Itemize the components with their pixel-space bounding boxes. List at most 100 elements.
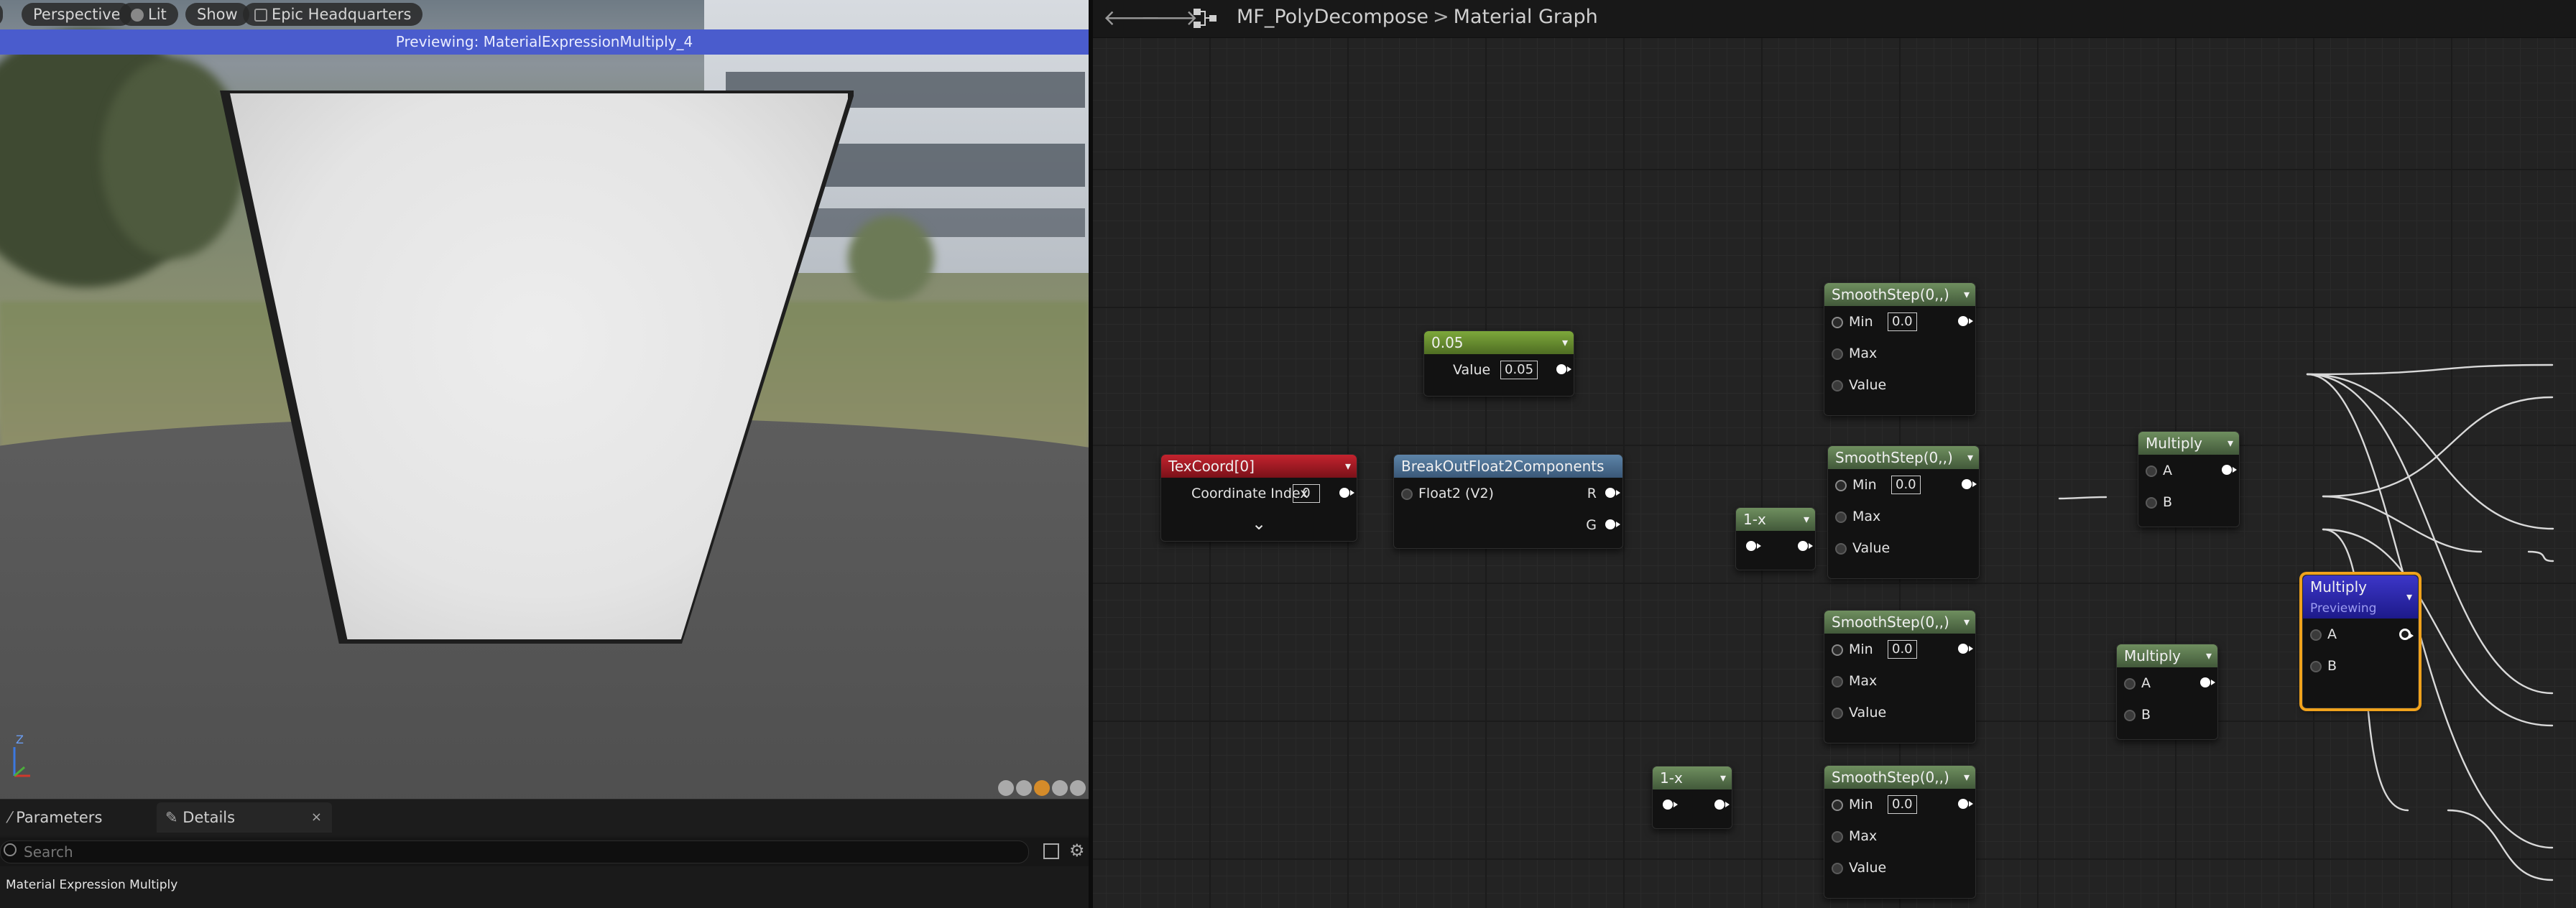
breadcrumb: MF_PolyDecompose > Material Graph (1237, 6, 1598, 28)
node-header[interactable]: SmoothStep(0,,) ▾ (1824, 283, 1975, 306)
min-value-field[interactable]: 0.0 (1888, 640, 1917, 659)
node-header[interactable]: Multiply ▾ (2117, 644, 2217, 667)
input-pin[interactable] (1832, 676, 1843, 687)
input-pin[interactable] (2146, 465, 2157, 477)
multiply-node[interactable]: Multiply ▾ A B (2116, 644, 2218, 740)
mesh-shape-icon[interactable] (1070, 780, 1086, 796)
chevron-down-icon[interactable]: ▾ (1964, 766, 1970, 789)
output-pin[interactable] (2200, 677, 2215, 687)
input-pin[interactable] (1832, 380, 1843, 392)
output-pin-g[interactable] (1605, 519, 1620, 529)
breakout-node[interactable]: BreakOutFloat2Components Float2 (V2) R G (1393, 454, 1623, 549)
output-pin[interactable] (1339, 488, 1354, 498)
plane-shape-icon[interactable] (1034, 780, 1050, 796)
output-pin[interactable] (1556, 364, 1571, 374)
gear-icon[interactable]: ⚙ (1069, 840, 1085, 861)
search-input[interactable] (22, 843, 959, 861)
chevron-down-icon[interactable]: ▾ (1345, 455, 1351, 478)
min-value-field[interactable]: 0.0 (1891, 476, 1921, 494)
input-pin[interactable] (1835, 480, 1847, 491)
node-header[interactable]: SmoothStep(0,,) ▾ (1828, 446, 1979, 469)
multiply-node[interactable]: Multiply ▾ A B (2138, 431, 2240, 527)
chevron-down-icon[interactable]: ▾ (2206, 644, 2212, 667)
output-pin[interactable] (1958, 644, 1973, 654)
output-pin[interactable] (1798, 541, 1813, 551)
input-pin[interactable] (2310, 629, 2322, 641)
multiply-node-previewing[interactable]: Multiply Previewing ▾ A B (2302, 575, 2419, 708)
smoothstep-node[interactable]: SmoothStep(0,,) ▾ Min 0.0 Max Value (1824, 610, 1976, 743)
input-pin[interactable] (2124, 678, 2136, 690)
node-header[interactable]: 1-x ▾ (1653, 766, 1732, 789)
input-pin[interactable] (1401, 488, 1413, 500)
input-pin[interactable] (1663, 800, 1678, 810)
forward-arrow-icon[interactable]: 🡒 (1140, 6, 1198, 32)
node-header[interactable]: 1-x ▾ (1736, 508, 1815, 531)
one-minus-node[interactable]: 1-x ▾ (1652, 766, 1732, 829)
expand-chevron-icon[interactable]: ⌄ (1252, 514, 1266, 534)
constant-node[interactable]: 0.05 ▾ Value 0.05 (1423, 330, 1574, 397)
output-pin[interactable] (2399, 629, 2414, 640)
input-pin[interactable] (1832, 863, 1843, 874)
node-header[interactable]: SmoothStep(0,,) ▾ (1824, 611, 1975, 634)
cube-shape-icon[interactable] (1052, 780, 1068, 796)
lit-button[interactable]: Lit (119, 3, 178, 26)
output-pin[interactable] (1962, 479, 1977, 489)
texcoord-node[interactable]: TexCoord[0] ▾ Coordinate Index 0 ⌄ (1160, 454, 1357, 542)
input-pin[interactable] (1835, 543, 1847, 555)
node-header[interactable]: BreakOutFloat2Components (1394, 455, 1622, 478)
chevron-down-icon[interactable]: ▾ (1720, 766, 1726, 789)
chevron-down-icon[interactable]: ▾ (1964, 611, 1970, 634)
input-pin[interactable] (1832, 831, 1843, 843)
one-minus-node[interactable]: 1-x ▾ (1735, 507, 1816, 570)
output-pin-r[interactable] (1605, 488, 1620, 498)
coordinate-index-field[interactable]: 0 (1293, 484, 1320, 503)
input-pin[interactable] (1835, 511, 1847, 523)
perspective-button[interactable]: Perspective (22, 3, 132, 26)
location-button[interactable]: Epic Headquarters (243, 3, 423, 26)
input-pin[interactable] (1832, 317, 1843, 328)
close-icon[interactable]: × (311, 802, 322, 833)
input-pin[interactable] (1746, 541, 1761, 551)
input-pin[interactable] (2310, 661, 2322, 672)
node-header[interactable]: SmoothStep(0,,) ▾ (1824, 766, 1975, 789)
input-pin[interactable] (1832, 800, 1843, 811)
chevron-down-icon[interactable]: ▾ (1562, 331, 1568, 354)
min-value-field[interactable]: 0.0 (1888, 795, 1917, 814)
chevron-down-icon[interactable]: ▾ (1964, 283, 1970, 306)
table-view-icon[interactable] (1043, 843, 1059, 859)
cylinder-shape-icon[interactable] (998, 780, 1014, 796)
smoothstep-node[interactable]: SmoothStep(0,,) ▾ Min 0.0 Max Value (1824, 282, 1976, 416)
chevron-down-icon[interactable]: ▾ (1967, 446, 1973, 469)
tab-details[interactable]: ✎ Details × (157, 802, 332, 833)
show-button[interactable]: Show (185, 3, 249, 26)
input-pin[interactable] (1832, 644, 1843, 656)
input-pin[interactable] (2124, 710, 2136, 721)
node-header[interactable]: 0.05 ▾ (1424, 331, 1574, 354)
chevron-down-icon[interactable]: ▾ (2406, 585, 2412, 608)
chevron-down-icon[interactable]: ▾ (1804, 508, 1809, 531)
parameters-icon: ⁄ (9, 809, 17, 826)
node-header[interactable]: Multiply Previewing ▾ (2303, 575, 2418, 619)
input-pin[interactable] (1832, 348, 1843, 360)
input-pin[interactable] (1832, 708, 1843, 719)
output-pin[interactable] (1958, 316, 1973, 326)
breadcrumb-page[interactable]: Material Graph (1454, 6, 1598, 28)
output-pin[interactable] (1714, 800, 1730, 810)
back-arrow-icon[interactable]: 🡐 (1103, 6, 1160, 32)
tab-parameters[interactable]: ⁄ Parameters (0, 802, 154, 833)
breadcrumb-asset[interactable]: MF_PolyDecompose (1237, 6, 1428, 28)
menu-button[interactable]: ⋮ (0, 3, 4, 26)
chevron-down-icon[interactable]: ▾ (2228, 432, 2233, 455)
output-pin[interactable] (1958, 799, 1973, 809)
output-pin[interactable] (2222, 465, 2237, 475)
sphere-shape-icon[interactable] (1016, 780, 1032, 796)
node-header[interactable]: TexCoord[0] ▾ (1161, 455, 1357, 478)
preview-viewport[interactable]: ⋮ Perspective Lit Show Epic Headquarters… (0, 0, 1089, 799)
value-field[interactable]: 0.05 (1500, 361, 1538, 379)
node-header[interactable]: Multiply ▾ (2138, 432, 2239, 455)
min-value-field[interactable]: 0.0 (1888, 312, 1917, 331)
smoothstep-node[interactable]: SmoothStep(0,,) ▾ Min 0.0 Max Value (1824, 765, 1976, 899)
smoothstep-node[interactable]: SmoothStep(0,,) ▾ Min 0.0 Max Value (1827, 445, 1980, 579)
input-pin[interactable] (2146, 497, 2157, 509)
search-field[interactable] (0, 840, 1029, 863)
